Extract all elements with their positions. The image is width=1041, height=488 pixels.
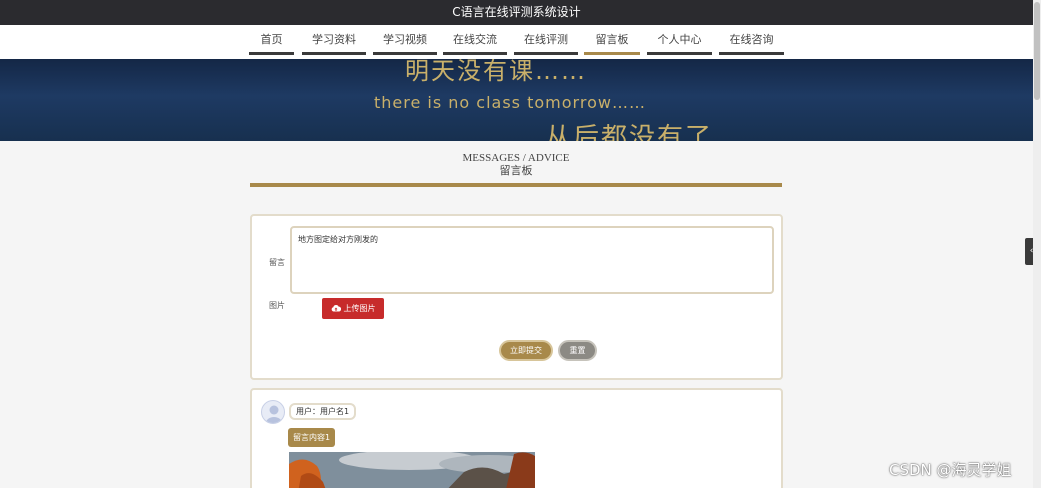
section-heading: MESSAGES / ADVICE 留言板 <box>250 152 782 178</box>
upload-image-label: 上传图片 <box>343 304 376 313</box>
message-textarea[interactable]: 地方图定给对方刚发的 <box>290 226 774 294</box>
page-scrollbar[interactable] <box>1033 0 1041 488</box>
message-label: 留言 <box>269 258 285 267</box>
top-title-bar: C语言在线评测系统设计 <box>0 0 1033 25</box>
hero-banner: 明天没有课…… there is no class tomorrow…… 从后都… <box>0 59 1033 141</box>
message-user: 用户：用户名1 <box>289 403 357 420</box>
nav-item-study-videos[interactable]: 学习视频 <box>373 33 437 55</box>
message-content: 留言内容1 <box>288 428 336 447</box>
nav-item-message-board[interactable]: 留言板 <box>584 33 640 55</box>
nav-item-online-consult[interactable]: 在线咨询 <box>719 33 784 55</box>
nav-item-home[interactable]: 首页 <box>249 33 294 55</box>
cloud-upload-icon <box>331 304 341 314</box>
nav-item-online-test[interactable]: 在线评测 <box>514 33 578 55</box>
nav-item-online-exchange[interactable]: 在线交流 <box>443 33 507 55</box>
main-nav: 首页 学习资料 学习视频 在线交流 在线评测 留言板 个人中心 在线咨询 <box>0 25 1033 59</box>
section-title-cn: 留言板 <box>499 165 533 177</box>
image-label: 图片 <box>269 301 285 310</box>
nav-item-study-materials[interactable]: 学习资料 <box>302 33 366 55</box>
message-image <box>289 452 535 488</box>
submit-button[interactable]: 立即提交 <box>499 340 553 361</box>
banner-line-1: 明天没有课…… <box>405 59 587 85</box>
section-divider <box>250 183 782 187</box>
upload-image-button[interactable]: 上传图片 <box>322 298 384 319</box>
message-list-item: 用户：用户名1 留言内容1 <box>250 388 783 488</box>
message-form: 留言 地方图定给对方刚发的 图片 上传图片 立即提交 重置 <box>250 214 783 380</box>
reset-button[interactable]: 重置 <box>558 340 597 361</box>
banner-line-3: 从后都没有了…… <box>545 123 770 141</box>
watermark: CSDN @海灵学姐 <box>889 461 1012 479</box>
section-title-en: MESSAGES / ADVICE <box>462 152 570 164</box>
site-title: C语言在线评测系统设计 <box>452 5 581 19</box>
banner-line-2: there is no class tomorrow…… <box>374 93 646 112</box>
scrollbar-thumb[interactable] <box>1034 2 1040 100</box>
nav-item-personal-center[interactable]: 个人中心 <box>647 33 712 55</box>
avatar <box>261 400 285 424</box>
